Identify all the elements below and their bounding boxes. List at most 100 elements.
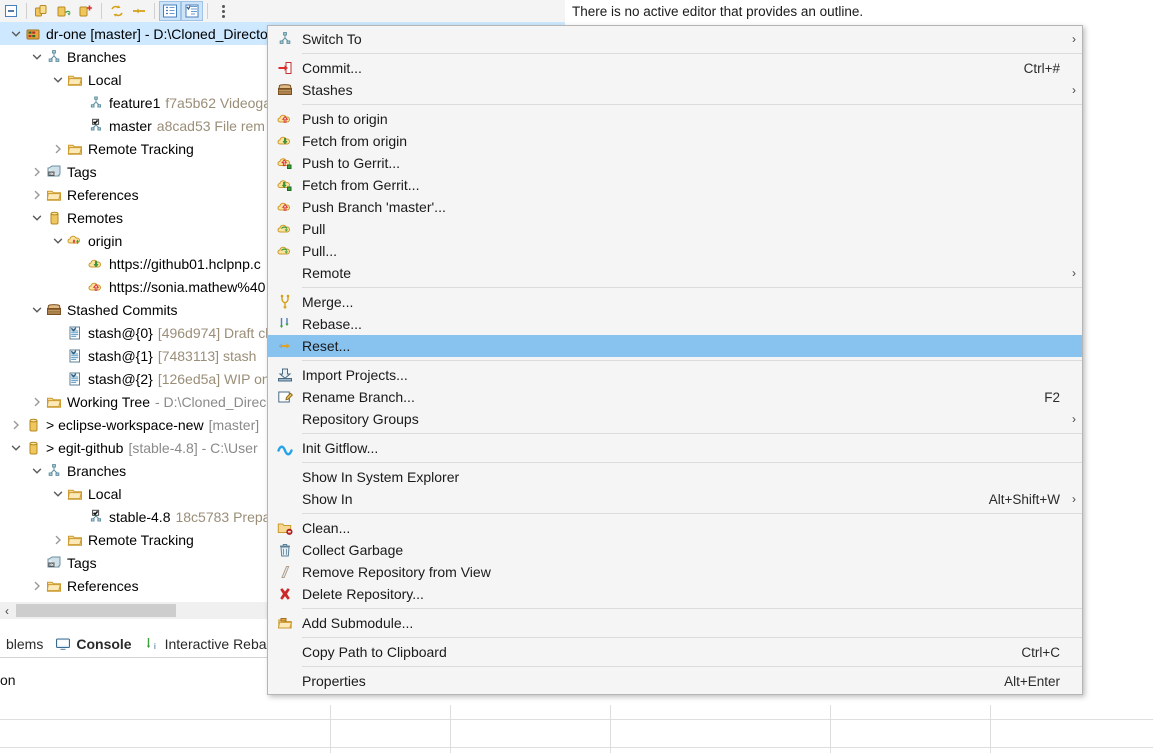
menu-item-init-gitflow[interactable]: Init Gitflow... <box>268 437 1082 459</box>
create-repository-icon[interactable] <box>75 1 97 21</box>
tree-row-label: feature1 <box>109 94 161 111</box>
menu-item-collect-garbage[interactable]: Collect Garbage <box>268 539 1082 561</box>
menu-item-shortcut: Ctrl+C <box>1021 644 1060 660</box>
import-icon <box>268 367 302 383</box>
outline-view-message: There is no active editor that provides … <box>568 0 1153 22</box>
tree-row-label: Remote Tracking <box>88 140 194 157</box>
tree-row-label: https://github01.hclpnp.c <box>109 255 261 272</box>
tree-row-label: https://sonia.mathew%40 <box>109 278 266 295</box>
menu-item-label: Reset... <box>302 338 351 354</box>
folder-icon <box>45 577 63 595</box>
menu-item-switch-to[interactable]: Switch To › <box>268 28 1082 50</box>
remotes-icon <box>45 209 63 227</box>
tree-twisty-down-icon[interactable] <box>50 229 66 252</box>
menu-item-label: Push to origin <box>302 111 388 127</box>
refresh-icon[interactable] <box>106 1 128 21</box>
tree-row-label: References <box>67 186 139 203</box>
tree-twisty-down-icon[interactable] <box>29 459 45 482</box>
menu-item-label: Show In <box>302 491 353 507</box>
commit-icon <box>66 370 84 388</box>
menu-item-repository-groups[interactable]: Repository Groups › <box>268 408 1082 430</box>
menu-item-push-branch-master[interactable]: Push Branch 'master'... <box>268 196 1082 218</box>
tree-twisty-right-icon[interactable] <box>50 137 66 160</box>
tree-twisty-down-icon[interactable] <box>29 298 45 321</box>
svg-text:i: i <box>154 642 156 651</box>
menu-item-pull-dialog[interactable]: Pull... <box>268 240 1082 262</box>
tree-row-label: Local <box>88 485 122 502</box>
tree-twisty-down-icon[interactable] <box>29 206 45 229</box>
repository-context-menu[interactable]: Switch To › Commit... Ctrl+# Stashes › Push to… <box>267 25 1083 695</box>
fetch-cloud-icon <box>87 255 105 273</box>
menu-item-delete-repository[interactable]: Delete Repository... <box>268 583 1082 605</box>
commit-icon <box>66 347 84 365</box>
menu-item-properties[interactable]: Properties Alt+Enter <box>268 670 1082 692</box>
submodule-icon <box>268 615 302 631</box>
eclipse-git-repositories-window: There is no active editor that provides … <box>0 0 1153 753</box>
tree-twisty-down-icon[interactable] <box>50 482 66 505</box>
hierarchy-layout-icon[interactable] <box>159 1 181 21</box>
menu-item-rebase[interactable]: Rebase... <box>268 313 1082 335</box>
menu-item-shortcut: F2 <box>1044 389 1060 405</box>
menu-item-merge[interactable]: Merge... <box>268 291 1082 313</box>
link-with-selection-icon[interactable] <box>128 1 150 21</box>
submenu-chevron-right-icon: › <box>1072 412 1076 426</box>
menu-item-label: Switch To <box>302 31 362 47</box>
menu-item-remote[interactable]: Remote › <box>268 262 1082 284</box>
remove-icon <box>268 564 302 580</box>
menu-item-show-in-system-explorer[interactable]: Show In System Explorer <box>268 466 1082 488</box>
menu-item-clean[interactable]: Clean... <box>268 517 1082 539</box>
menu-item-push-to-gerrit[interactable]: Push to Gerrit... <box>268 152 1082 174</box>
flat-layout-icon[interactable] <box>181 1 203 21</box>
view-menu-icon[interactable] <box>212 1 234 21</box>
folder-icon <box>66 531 84 549</box>
menu-item-stashes[interactable]: Stashes › <box>268 79 1082 101</box>
menu-item-push-to-origin[interactable]: Push to origin <box>268 108 1082 130</box>
collapse-all-icon[interactable] <box>0 1 22 21</box>
toolbar-separator <box>26 3 27 19</box>
menu-item-copy-path-to-clipboard[interactable]: Copy Path to Clipboard Ctrl+C <box>268 641 1082 663</box>
menu-item-fetch-from-gerrit[interactable]: Fetch from Gerrit... <box>268 174 1082 196</box>
tree-twisty-right-icon[interactable] <box>29 160 45 183</box>
menu-item-remove-repository-from-view[interactable]: Remove Repository from View <box>268 561 1082 583</box>
menu-item-pull[interactable]: Pull <box>268 218 1082 240</box>
tree-twisty-down-icon[interactable] <box>50 68 66 91</box>
menu-item-label: Delete Repository... <box>302 586 424 602</box>
tree-twisty-down-icon[interactable] <box>8 22 24 45</box>
tree-twisty-right-icon[interactable] <box>50 528 66 551</box>
tree-twisty-none-icon <box>29 551 45 574</box>
add-repository-icon[interactable] <box>53 1 75 21</box>
tree-twisty-right-icon[interactable] <box>29 183 45 206</box>
tab-blems[interactable]: blems <box>0 630 49 658</box>
tab-console[interactable]: Console <box>49 630 137 658</box>
menu-item-commit[interactable]: Commit... Ctrl+# <box>268 57 1082 79</box>
scrollbar-thumb[interactable] <box>16 604 176 617</box>
tree-twisty-right-icon[interactable] <box>29 390 45 413</box>
rebase-icon <box>268 316 302 332</box>
grid-column-line <box>330 705 331 753</box>
toolbar-separator <box>101 3 102 19</box>
gitflow-icon <box>268 440 302 456</box>
tree-twisty-down-icon[interactable] <box>29 45 45 68</box>
menu-item-import-projects[interactable]: Import Projects... <box>268 364 1082 386</box>
tab-interactive-rebase[interactable]: i Interactive Rebase <box>138 630 288 658</box>
menu-item-rename-branch[interactable]: Rename Branch... F2 <box>268 386 1082 408</box>
svg-text:10: 10 <box>49 563 53 567</box>
fetch-gerrit-icon <box>268 177 302 193</box>
tree-twisty-right-icon[interactable] <box>8 413 24 436</box>
menu-item-reset[interactable]: Reset... <box>268 335 1082 357</box>
tree-twisty-down-icon[interactable] <box>8 436 24 459</box>
scroll-left-arrow-icon[interactable]: ‹ <box>0 604 14 618</box>
menu-item-fetch-from-origin[interactable]: Fetch from origin <box>268 130 1082 152</box>
tree-twisty-right-icon[interactable] <box>29 574 45 597</box>
clone-repository-icon[interactable] <box>31 1 53 21</box>
background-table-grid <box>0 705 1153 753</box>
tree-twisty-none-icon <box>71 252 87 275</box>
tree-row-label: stash@{1} <box>88 347 153 364</box>
pull-cloud-icon <box>268 221 302 237</box>
menu-item-show-in[interactable]: Show In Alt+Shift+W › <box>268 488 1082 510</box>
tree-twisty-none-icon <box>71 114 87 137</box>
grid-column-line <box>450 705 451 753</box>
menu-item-add-submodule[interactable]: Add Submodule... <box>268 612 1082 634</box>
merge-icon <box>268 294 302 310</box>
tree-twisty-none-icon <box>71 91 87 114</box>
